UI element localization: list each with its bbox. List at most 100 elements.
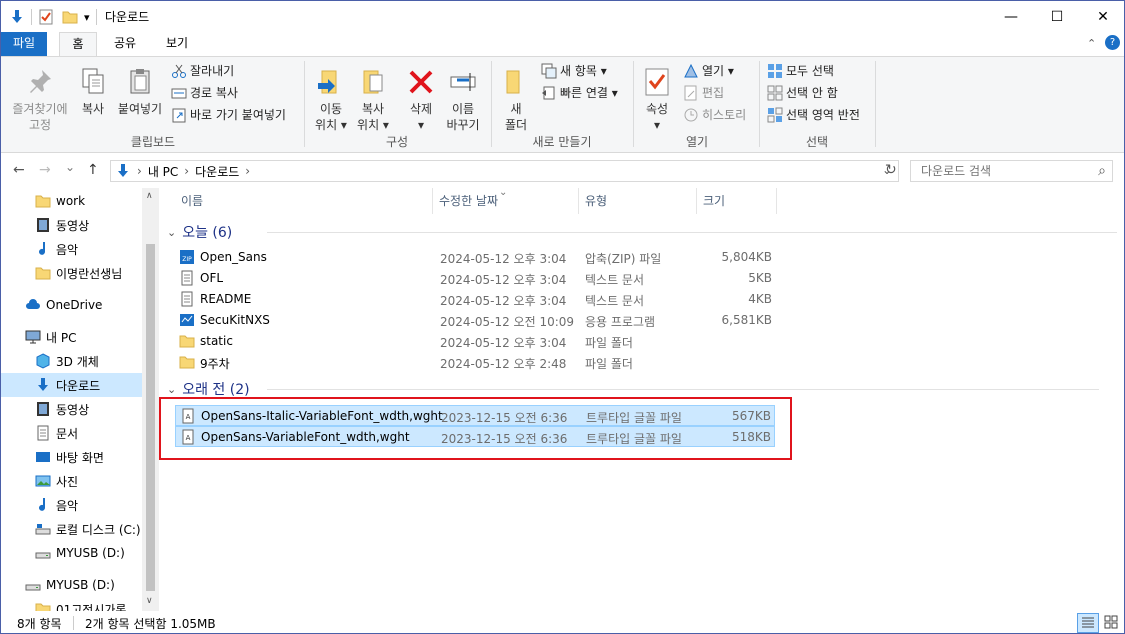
nav-scroll-thumb[interactable] [146, 244, 155, 591]
column-header-date[interactable]: 수정한 날짜 ⌄ [433, 187, 579, 214]
pin-to-quick-access-button[interactable]: 즐겨찾기에 고정 [7, 67, 73, 133]
easy-access-button[interactable]: 빠른 연결 ▾ [541, 83, 618, 103]
scroll-up-button[interactable]: ∧ [146, 191, 153, 201]
select-none-button[interactable]: 선택 안 함 [767, 83, 838, 103]
new-item-label: 새 항목 ▾ [560, 64, 607, 78]
paste-shortcut-button[interactable]: 바로 가기 붙여넣기 [171, 105, 286, 125]
search-box[interactable]: ⌕ [910, 160, 1113, 182]
nav-item[interactable]: 동영상 [1, 213, 142, 237]
large-icons-view-button[interactable] [1101, 613, 1123, 633]
nav-item[interactable]: 내 PC [1, 325, 142, 349]
file-row[interactable]: SecuKitNXS 2024-05-12 오전 10:09 응용 프로그램 6,58… [175, 310, 775, 331]
file-type: 응용 프로그램 [585, 315, 656, 329]
select-all-button[interactable]: 모두 선택 [767, 61, 834, 81]
forward-button[interactable]: → [39, 162, 51, 178]
collapse-chevron-icon[interactable]: ⌄ [167, 383, 176, 396]
file-row[interactable]: README 2024-05-12 오후 3:04 텍스트 문서 4KB [175, 289, 775, 310]
column-header-size[interactable]: 크기 [697, 188, 777, 214]
edit-button[interactable]: 편집 [683, 83, 724, 103]
copy-to-icon [363, 70, 383, 94]
file-name: OpenSans-Italic-VariableFont_wdth,wght [201, 409, 443, 423]
file-row[interactable]: A OpenSans-VariableFont_wdth,wght 2023-12-… [175, 426, 775, 447]
sort-indicator-icon: ⌄ [499, 187, 508, 198]
minimize-button[interactable]: — [988, 1, 1034, 32]
new-item-button[interactable]: 새 항목 ▾ [541, 61, 607, 81]
recent-locations-button[interactable]: ⌄ [65, 160, 75, 174]
column-header-type[interactable]: 유형 [579, 188, 697, 214]
invert-selection-button[interactable]: 선택 영역 반전 [767, 105, 860, 125]
new-folder-button[interactable]: 새 폴더 [499, 67, 533, 133]
details-view-button[interactable] [1077, 613, 1099, 633]
new-folder-qa-icon[interactable] [62, 9, 78, 25]
copy-button[interactable]: 복사 [75, 67, 111, 117]
move-to-button[interactable]: 이동 위치 ▾ [311, 67, 351, 133]
file-row[interactable]: OFL 2024-05-12 오후 3:04 텍스트 문서 5KB [175, 268, 775, 289]
ribbon-separator [759, 61, 760, 147]
group-header[interactable]: ⌄ 오래 전 (2) [167, 379, 1117, 399]
nav-item[interactable]: 로컬 디스크 (C:) [1, 517, 142, 541]
search-icon[interactable]: ⌕ [1098, 163, 1106, 179]
address-bar[interactable]: › 내 PC › 다운로드 › ⌄ [110, 160, 899, 182]
properties-check-icon[interactable] [38, 9, 54, 25]
file-size: 6,581KB [721, 313, 772, 327]
collapse-chevron-icon[interactable]: ⌄ [167, 226, 176, 239]
breadcrumb-this-pc[interactable]: 내 PC [148, 163, 178, 180]
file-row[interactable]: 9주차 2024-05-12 오후 2:48 파일 폴더 [175, 352, 775, 373]
file-row[interactable]: ZIP Open_Sans 2024-05-12 오후 3:04 압축(ZIP) 파일… [175, 247, 775, 268]
nav-item[interactable]: 01고전시가론 [1, 597, 142, 611]
nav-item[interactable]: 3D 개체 [1, 349, 142, 373]
usb-icon [35, 545, 51, 561]
group-header[interactable]: ⌄ 오늘 (6) [167, 222, 1117, 242]
copy-path-button[interactable]: 경로 복사 [171, 83, 238, 103]
group-header-label: 오래 전 (2) [182, 382, 250, 398]
nav-item[interactable]: work [1, 189, 142, 213]
nav-item[interactable]: 사진 [1, 469, 142, 493]
download-arrow-icon[interactable] [9, 9, 25, 25]
search-input[interactable] [921, 164, 1081, 178]
copy-label: 복사 [81, 102, 105, 116]
close-button[interactable]: ✕ [1080, 1, 1124, 32]
rename-button[interactable]: 이름 바꾸기 [443, 67, 483, 133]
delete-button[interactable]: 삭제 ▾ [403, 67, 439, 133]
nav-item[interactable]: OneDrive [1, 293, 142, 317]
select-all-label: 모두 선택 [786, 64, 834, 78]
nav-item[interactable]: 음악 [1, 493, 142, 517]
paste-shortcut-label: 바로 가기 붙여넣기 [190, 108, 286, 122]
paste-button[interactable]: 붙여넣기 [115, 67, 165, 117]
nav-scrollbar[interactable]: ∧ ∨ [142, 188, 159, 611]
column-header-name[interactable]: 이름 [175, 188, 433, 214]
qa-dropdown[interactable]: ▾ [84, 11, 90, 24]
tab-share[interactable]: 공유 [103, 32, 147, 56]
maximize-button[interactable]: ☐ [1034, 1, 1080, 32]
tab-home[interactable]: 홈 [59, 32, 97, 57]
file-row[interactable]: static 2024-05-12 오후 3:04 파일 폴더 [175, 331, 775, 352]
up-button[interactable]: ↑ [87, 162, 99, 178]
nav-item[interactable]: 음악 [1, 237, 142, 261]
tab-view[interactable]: 보기 [155, 32, 199, 56]
history-button[interactable]: 히스토리 [683, 105, 746, 125]
nav-item[interactable]: 다운로드 [1, 373, 142, 397]
nav-item[interactable]: MYUSB (D:) [1, 573, 142, 597]
file-date: 2024-05-12 오전 10:09 [440, 315, 575, 329]
nav-item[interactable]: 바탕 화면 [1, 445, 142, 469]
download-location-icon [118, 164, 128, 177]
copy-to-button[interactable]: 복사 위치 ▾ [353, 67, 393, 133]
refresh-button[interactable]: ↻ [885, 162, 897, 178]
breadcrumb-downloads[interactable]: 다운로드 [195, 163, 239, 180]
file-list: 이름 수정한 날짜 ⌄ 유형 크기 ⌄ 오늘 (6) ZIP Open_Sans 202… [159, 187, 1124, 611]
nav-item-label: OneDrive [46, 298, 103, 312]
back-button[interactable]: ← [13, 162, 25, 178]
open-button[interactable]: 열기 ▾ [683, 61, 734, 81]
nav-item[interactable]: 이명란선생님 [1, 261, 142, 285]
cut-button[interactable]: 잘라내기 [171, 61, 234, 81]
help-button[interactable]: ? [1105, 35, 1120, 50]
tab-file[interactable]: 파일 [1, 32, 47, 56]
properties-button[interactable]: 속성 ▾ [639, 67, 675, 133]
nav-item[interactable]: 동영상 [1, 397, 142, 421]
nav-item[interactable]: 문서 [1, 421, 142, 445]
file-row[interactable]: A OpenSans-Italic-VariableFont_wdth,wght 2… [175, 405, 775, 426]
ribbon-collapse-button[interactable]: ⌃ [1087, 37, 1096, 50]
explorer-window: ▾ 다운로드 — ☐ ✕ 파일 홈 공유 보기 ⌃ ? 즐겨찾기에 고정 복사 … [0, 0, 1125, 634]
scroll-down-button[interactable]: ∨ [146, 596, 153, 606]
nav-item[interactable]: MYUSB (D:) [1, 541, 142, 565]
